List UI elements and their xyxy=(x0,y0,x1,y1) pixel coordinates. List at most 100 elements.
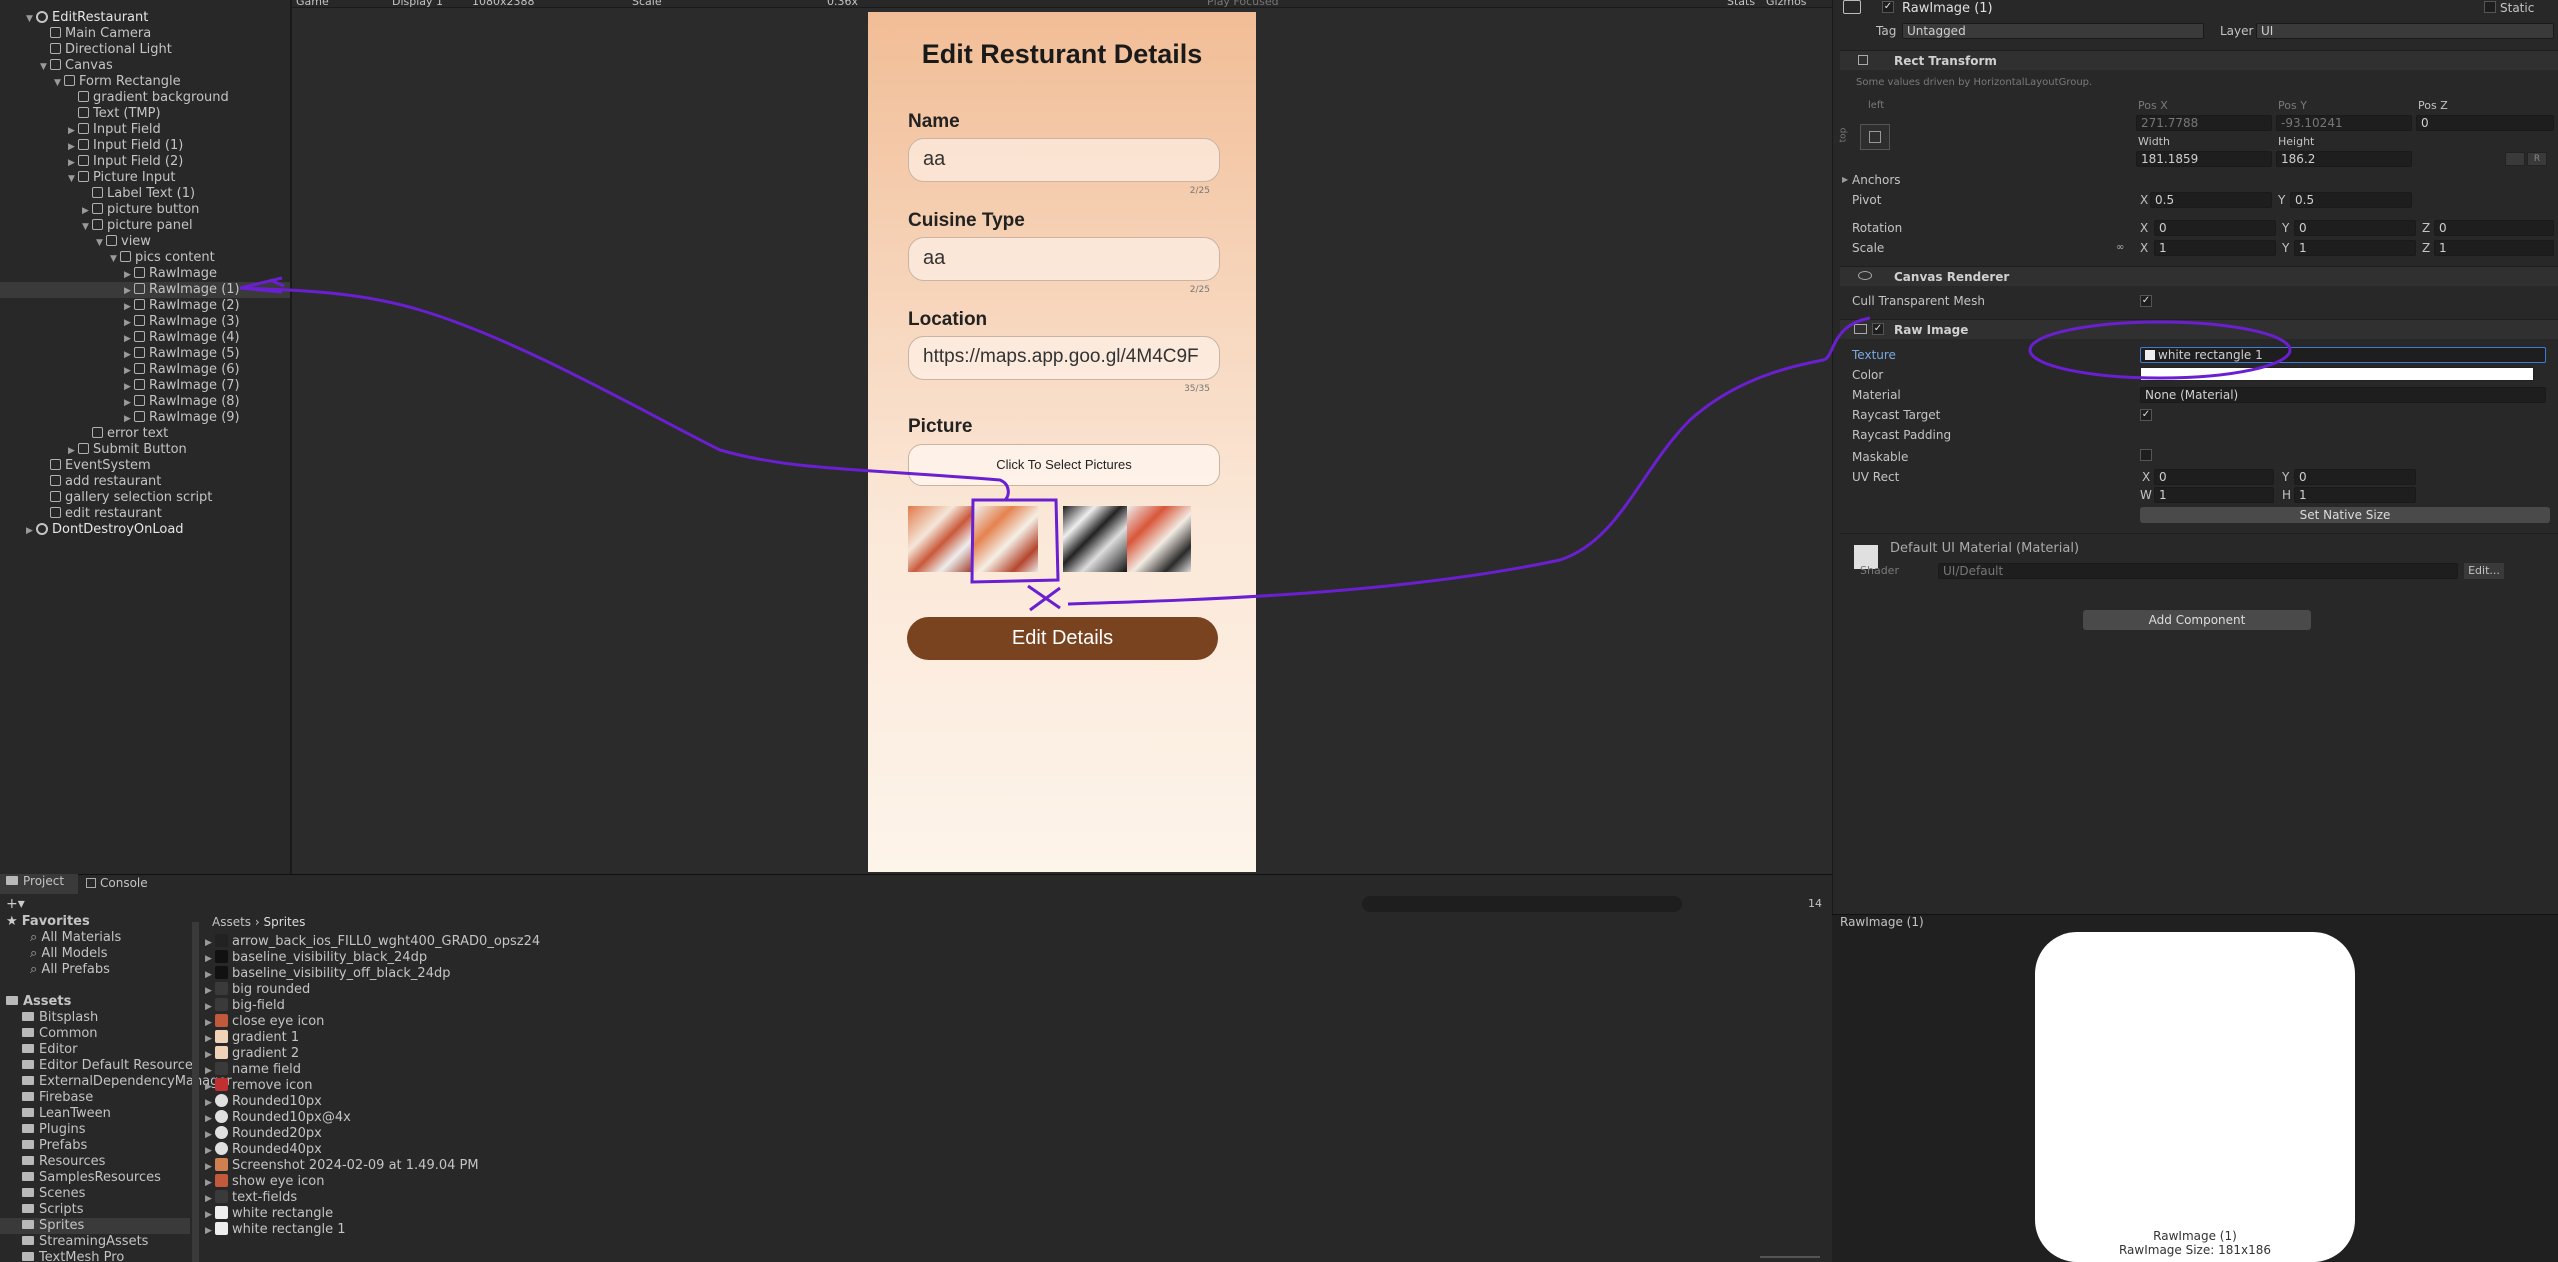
collapse-arrow-icon[interactable]: ▶ xyxy=(124,283,134,299)
hierarchy-item[interactable]: ▶ Input Field xyxy=(0,122,290,138)
hierarchy-item[interactable]: ▶ Input Field (2) xyxy=(0,154,290,170)
hierarchy-item[interactable]: ▶ RawImage (1) xyxy=(0,282,290,298)
hierarchy-item[interactable]: ▼ EditRestaurant xyxy=(0,10,290,26)
favorite-item[interactable]: ⌕ All Models xyxy=(0,946,190,962)
hierarchy-item[interactable]: ▶ RawImage (3) xyxy=(0,314,290,330)
favorite-item[interactable]: ⌕ All Prefabs xyxy=(0,962,190,978)
hierarchy-item[interactable]: ▶ RawImage (8) xyxy=(0,394,290,410)
expand-arrow-icon[interactable]: ▶ xyxy=(205,983,215,999)
asset-item[interactable]: ▶ gradient 1 xyxy=(205,1030,299,1046)
collapse-arrow-icon[interactable]: ▶ xyxy=(124,331,134,347)
layer-dropdown[interactable]: UI xyxy=(2256,23,2554,39)
width-field[interactable]: 181.1859 xyxy=(2136,151,2272,167)
asset-item[interactable]: ▶ text-fields xyxy=(205,1190,297,1206)
expand-arrow-icon[interactable]: ▶ xyxy=(205,1175,215,1191)
canvas-renderer-header[interactable]: Canvas Renderer xyxy=(1840,266,2558,286)
collapse-arrow-icon[interactable]: ▶ xyxy=(124,267,134,283)
rawimage-3-thumbnail[interactable] xyxy=(1127,506,1191,572)
stats-button[interactable]: Stats xyxy=(1727,0,1755,7)
hierarchy-item[interactable]: ▶ RawImage (5) xyxy=(0,346,290,362)
asset-item[interactable]: ▶ Rounded10px@4x xyxy=(205,1110,351,1126)
expand-arrow-icon[interactable]: ▼ xyxy=(110,251,120,267)
asset-item[interactable]: ▶ big-field xyxy=(205,998,285,1014)
scale-x-field[interactable]: 1 xyxy=(2154,240,2276,256)
folder-item[interactable]: Plugins xyxy=(0,1122,190,1138)
hierarchy-item[interactable]: ▶ RawImage (6) xyxy=(0,362,290,378)
link-icon[interactable]: ∞ xyxy=(2116,242,2124,253)
gizmos-button[interactable]: Gizmos xyxy=(1766,0,1807,7)
hierarchy-item[interactable]: ▶ RawImage xyxy=(0,266,290,282)
favorites-header[interactable]: ★ Favorites xyxy=(0,914,190,930)
raw-image-header[interactable]: ✓ Raw Image xyxy=(1840,319,2558,339)
texture-field[interactable]: white rectangle 1 xyxy=(2140,347,2546,363)
game-tab[interactable]: Game xyxy=(296,0,329,7)
rawimage-thumbnail[interactable] xyxy=(908,506,972,572)
expand-arrow-icon[interactable]: ▶ xyxy=(205,967,215,983)
folder-item[interactable]: Scripts xyxy=(0,1202,190,1218)
raw-edit-button[interactable]: R xyxy=(2527,152,2547,166)
asset-item[interactable]: ▶ name field xyxy=(205,1062,301,1078)
asset-item[interactable]: ▶ big rounded xyxy=(205,982,310,998)
collapse-arrow-icon[interactable]: ▶ xyxy=(26,523,36,539)
hierarchy-item[interactable]: ▶ RawImage (4) xyxy=(0,330,290,346)
rotation-y-field[interactable]: 0 xyxy=(2294,220,2416,236)
hierarchy-item[interactable]: ▶ RawImage (2) xyxy=(0,298,290,314)
scale-y-field[interactable]: 1 xyxy=(2294,240,2416,256)
asset-item[interactable]: ▶ white rectangle 1 xyxy=(205,1222,345,1238)
hierarchy-item[interactable]: Main Camera xyxy=(0,26,290,42)
collapse-arrow-icon[interactable]: ▶ xyxy=(68,139,78,155)
collapse-arrow-icon[interactable]: ▶ xyxy=(124,347,134,363)
expand-arrow-icon[interactable]: ▶ xyxy=(205,1143,215,1159)
hierarchy-item[interactable]: ▶ RawImage (7) xyxy=(0,378,290,394)
uv-w-field[interactable]: 1 xyxy=(2154,487,2274,503)
expand-arrow-icon[interactable]: ▶ xyxy=(205,1207,215,1223)
expand-arrow-icon[interactable]: ▶ xyxy=(205,1063,215,1079)
expand-arrow-icon[interactable]: ▶ xyxy=(205,1095,215,1111)
rawimage-2-thumbnail[interactable] xyxy=(1063,506,1127,572)
hierarchy-item[interactable]: ▶ picture button xyxy=(0,202,290,218)
height-field[interactable]: 186.2 xyxy=(2276,151,2412,167)
folder-item[interactable]: Common xyxy=(0,1026,190,1042)
folder-item[interactable]: SamplesResources xyxy=(0,1170,190,1186)
expand-arrow-icon[interactable]: ▶ xyxy=(205,1191,215,1207)
uv-h-field[interactable]: 1 xyxy=(2294,487,2416,503)
collapse-arrow-icon[interactable]: ▶ xyxy=(124,315,134,331)
hierarchy-item[interactable]: EventSystem xyxy=(0,458,290,474)
active-checkbox[interactable]: ✓ xyxy=(1882,1,1894,13)
pos-z-field[interactable]: 0 xyxy=(2416,115,2554,131)
blueprint-mode-button[interactable] xyxy=(2505,152,2525,166)
hierarchy-item[interactable]: Directional Light xyxy=(0,42,290,58)
folder-item[interactable]: LeanTween xyxy=(0,1106,190,1122)
hierarchy-item[interactable]: ▶ Submit Button xyxy=(0,442,290,458)
hierarchy-item[interactable]: ▼ picture panel xyxy=(0,218,290,234)
shader-edit-button[interactable]: Edit... xyxy=(2464,563,2504,579)
asset-item[interactable]: ▶ Rounded10px xyxy=(205,1094,322,1110)
rect-transform-header[interactable]: Rect Transform xyxy=(1840,50,2558,70)
collapse-arrow-icon[interactable]: ▶ xyxy=(68,155,78,171)
maskable-checkbox[interactable] xyxy=(2140,449,2152,461)
folder-item[interactable]: StreamingAssets xyxy=(0,1234,190,1250)
hierarchy-item[interactable]: gallery selection script xyxy=(0,490,290,506)
folder-item[interactable]: Firebase xyxy=(0,1090,190,1106)
expand-arrow-icon[interactable]: ▶ xyxy=(205,1127,215,1143)
hierarchy-item[interactable]: ▼ Form Rectangle xyxy=(0,74,290,90)
anchors-foldout[interactable]: Anchors xyxy=(1852,173,1901,187)
collapse-arrow-icon[interactable]: ▶ xyxy=(124,411,134,427)
hierarchy-item[interactable]: ▼ Canvas xyxy=(0,58,290,74)
expand-arrow-icon[interactable]: ▶ xyxy=(205,1223,215,1239)
collapse-arrow-icon[interactable]: ▶ xyxy=(124,379,134,395)
expand-arrow-icon[interactable]: ▶ xyxy=(205,1079,215,1095)
expand-arrow-icon[interactable]: ▼ xyxy=(82,219,92,235)
shader-dropdown[interactable]: UI/Default xyxy=(1938,563,2458,579)
resolution-dropdown[interactable]: 1080x2388 xyxy=(472,0,535,7)
asset-item[interactable]: ▶ remove icon xyxy=(205,1078,312,1094)
raycast-padding-foldout[interactable]: Raycast Padding xyxy=(1852,428,1951,442)
play-focused-dropdown[interactable]: Play Focused xyxy=(1207,0,1279,7)
expand-arrow-icon[interactable]: ▼ xyxy=(40,59,50,75)
expand-arrow-icon[interactable]: ▶ xyxy=(205,1015,215,1031)
tag-dropdown[interactable]: Untagged xyxy=(1902,23,2204,39)
project-search[interactable] xyxy=(1362,896,1682,912)
color-swatch[interactable] xyxy=(2140,367,2534,381)
raycast-target-checkbox[interactable]: ✓ xyxy=(2140,409,2152,421)
asset-item[interactable]: ▶ Screenshot 2024-02-09 at 1.49.04 PM xyxy=(205,1158,479,1174)
